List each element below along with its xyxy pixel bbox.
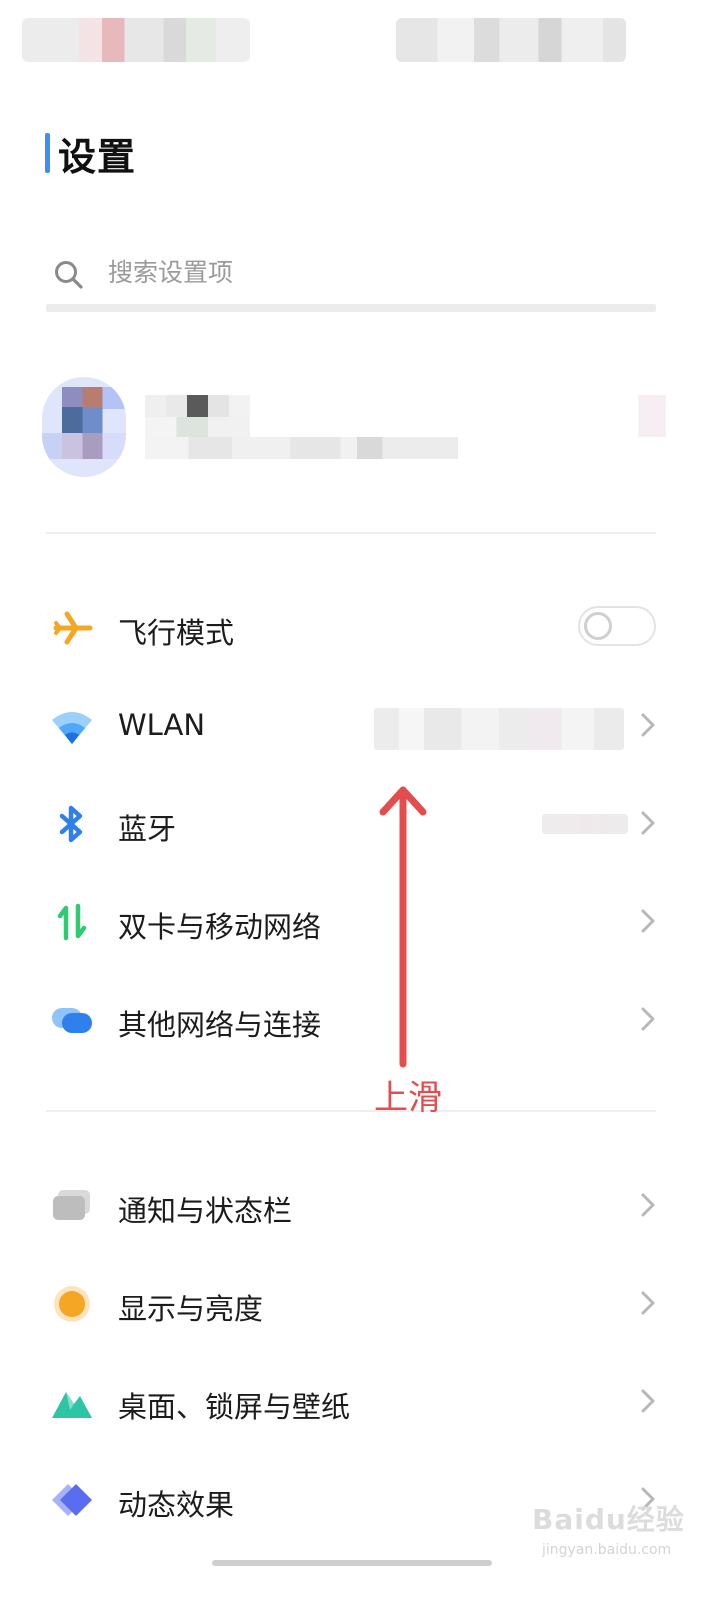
account-card[interactable] — [40, 375, 680, 485]
chevron-right-icon — [641, 909, 655, 933]
animation-icon — [52, 1484, 92, 1516]
setting-label: 飞行模式 — [118, 616, 235, 650]
setting-label: 动态效果 — [118, 1488, 235, 1522]
mobile-data-icon — [57, 903, 87, 941]
swipe-up-arrow-icon — [379, 786, 427, 1068]
setting-row-wlan[interactable]: WLAN — [46, 690, 658, 760]
search-bar[interactable] — [46, 248, 656, 312]
setting-row-dual-sim[interactable]: 双卡与移动网络 — [46, 886, 658, 956]
title-accent-bar — [45, 133, 50, 173]
airplane-mode-toggle[interactable] — [578, 606, 656, 646]
wlan-network-blurred — [374, 708, 624, 750]
search-icon — [55, 261, 83, 289]
wallpaper-icon — [52, 1392, 92, 1418]
chevron-right-icon — [641, 1291, 655, 1315]
baidu-watermark: Baidu经验 jingyan.baidu.com — [532, 1492, 707, 1572]
page-title: 设置 — [58, 134, 137, 179]
setting-label: 桌面、锁屏与壁纸 — [118, 1390, 351, 1424]
account-detail-blurred — [145, 437, 290, 459]
search-input[interactable] — [108, 258, 608, 287]
notification-icon — [53, 1190, 90, 1220]
setting-row-display[interactable]: 显示与亮度 — [46, 1268, 658, 1338]
setting-label: 通知与状态栏 — [118, 1194, 293, 1228]
connections-icon — [52, 1008, 92, 1033]
watermark-url: jingyan.baidu.com — [542, 1542, 672, 1558]
page-header: 设置 — [45, 130, 136, 179]
airplane-icon — [53, 611, 93, 645]
setting-label: 其他网络与连接 — [118, 1008, 322, 1042]
brightness-icon — [54, 1286, 90, 1322]
avatar — [42, 377, 126, 477]
chevron-right-icon — [641, 713, 655, 737]
setting-label: 显示与亮度 — [118, 1292, 264, 1326]
setting-label: 双卡与移动网络 — [118, 910, 322, 944]
wifi-icon — [52, 712, 92, 744]
setting-row-other-networks[interactable]: 其他网络与连接 — [46, 984, 658, 1054]
setting-row-desktop[interactable]: 桌面、锁屏与壁纸 — [46, 1366, 658, 1436]
toggle-knob — [584, 612, 612, 640]
chevron-right-icon — [641, 811, 655, 835]
setting-row-airplane[interactable]: 飞行模式 — [46, 592, 658, 662]
status-bar-right-blurred — [396, 18, 626, 62]
setting-row-bluetooth[interactable]: 蓝牙 — [46, 788, 658, 858]
status-bar-left-blurred — [22, 18, 250, 62]
chevron-right-icon — [641, 1193, 655, 1217]
swipe-up-annotation: 上滑 — [374, 1078, 442, 1118]
account-extra-blurred — [620, 395, 666, 437]
section-divider — [46, 532, 656, 534]
setting-label: 蓝牙 — [118, 812, 177, 846]
chevron-right-icon — [641, 1389, 655, 1413]
watermark-text: Baidu经验 — [532, 1503, 685, 1536]
setting-row-notifications[interactable]: 通知与状态栏 — [46, 1170, 658, 1240]
bluetooth-status-blurred — [542, 814, 628, 834]
account-detail-blurred-2 — [290, 437, 458, 459]
search-underline — [46, 304, 656, 312]
setting-label: WLAN — [118, 708, 206, 742]
chevron-right-icon — [641, 1007, 655, 1031]
section-divider — [46, 1110, 656, 1112]
bluetooth-icon — [59, 805, 83, 843]
home-indicator[interactable] — [212, 1560, 492, 1566]
